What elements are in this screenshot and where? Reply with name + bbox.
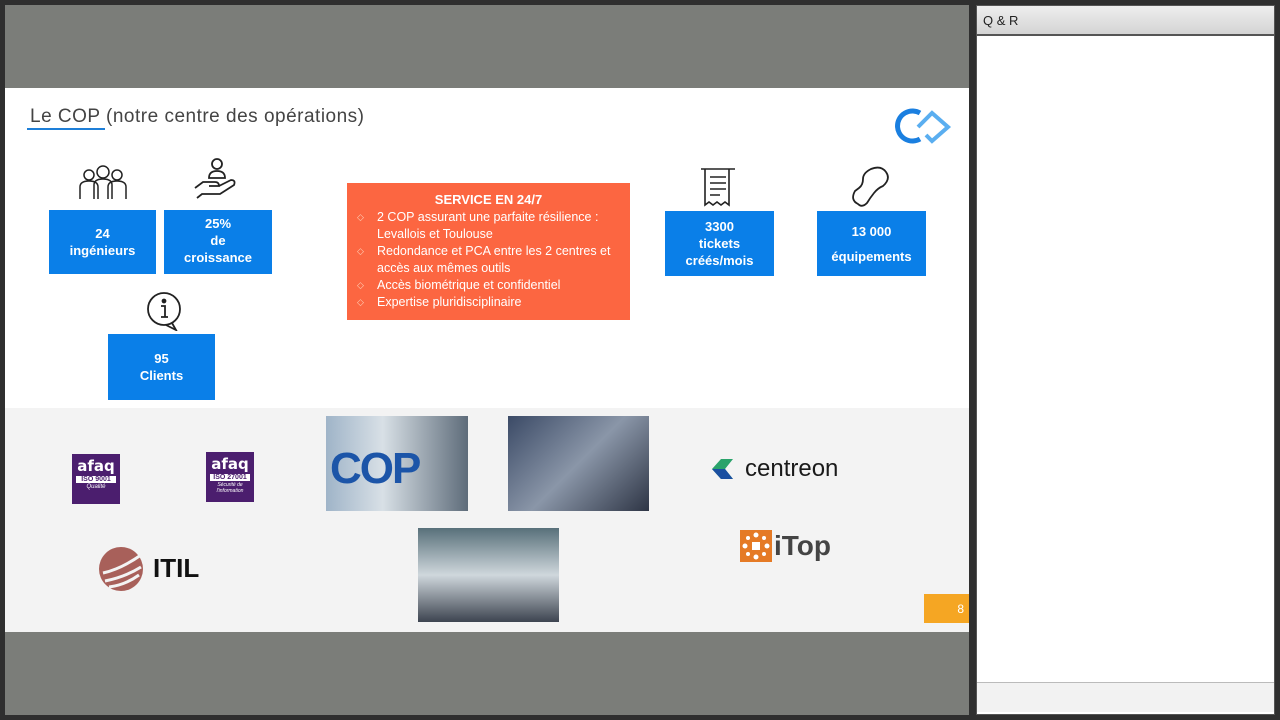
service-heading: SERVICE EN 24/7 bbox=[434, 192, 543, 207]
title-prefix: Le COP bbox=[30, 106, 101, 127]
cop-sign: COP bbox=[330, 444, 421, 493]
team-icon bbox=[79, 165, 127, 199]
title-rest: (notre centre des opérations) bbox=[100, 106, 365, 127]
stat-label: de bbox=[210, 233, 226, 248]
service-item: Redondance et PCA entre les 2 centres et… bbox=[357, 243, 620, 277]
stat-label-2: créés/mois bbox=[685, 253, 754, 268]
stat-engineers: 24 ingénieurs bbox=[49, 210, 156, 274]
itil-swirl-icon bbox=[99, 547, 143, 591]
stat-equipment: 13 000 équipements bbox=[817, 211, 926, 276]
itop-icon bbox=[740, 530, 772, 562]
service-item: Expertise pluridisciplinaire bbox=[357, 294, 620, 311]
service-item: Accès biométrique et confidentiel bbox=[357, 277, 620, 294]
centreon-text: centreon bbox=[745, 455, 839, 482]
presentation-area: Le COP (notre centre des opérations) 24 i… bbox=[5, 5, 969, 715]
itop-text: iTop bbox=[774, 530, 832, 561]
itop-logo: iTop bbox=[740, 530, 831, 562]
stat-growth: 25% de croissance bbox=[164, 210, 272, 274]
centreon-logo: centreon bbox=[709, 455, 838, 483]
stat-label: tickets bbox=[698, 236, 741, 251]
qa-input-bar[interactable] bbox=[977, 682, 1274, 712]
iso-text: ISO 9001 bbox=[76, 476, 116, 483]
centreon-c-icon bbox=[712, 459, 733, 479]
stat-tickets: 3300 tickets créés/mois bbox=[665, 211, 774, 276]
company-logo-icon bbox=[895, 108, 952, 144]
hand-person-icon bbox=[194, 158, 236, 199]
stat-value: 13 000 bbox=[851, 223, 892, 239]
stat-clients: 95 Clients bbox=[108, 334, 215, 400]
iso-sub: Qualité bbox=[86, 484, 106, 490]
itil-text: ITIL bbox=[153, 552, 200, 583]
afaq-iso27001-logo: afaq ISO 27001 Sécurité de l'information bbox=[206, 452, 254, 502]
receipt-icon bbox=[701, 168, 735, 207]
stat-value: 95 bbox=[154, 351, 169, 366]
slide: Le COP (notre centre des opérations) 24 i… bbox=[5, 88, 969, 632]
stat-label-2: croissance bbox=[184, 250, 252, 265]
qa-panel-header: Q & R bbox=[977, 6, 1274, 36]
iso-text: ISO 27001 bbox=[210, 474, 250, 481]
qa-panel: Q & R bbox=[976, 5, 1275, 715]
logos-area: afaq ISO 9001 Qualité afaq ISO 27001 Sécurit… bbox=[5, 408, 969, 632]
stat-label: équipements bbox=[831, 248, 912, 264]
itil-logo: ITIL bbox=[95, 543, 199, 593]
title-underline bbox=[27, 128, 105, 130]
stat-label: ingénieurs bbox=[69, 243, 136, 258]
operators-photo bbox=[508, 416, 649, 511]
info-bubble-icon bbox=[147, 292, 181, 331]
page-number: 8 bbox=[924, 594, 969, 623]
service-box: SERVICE EN 24/7 2 COP assurant une parfa… bbox=[347, 183, 630, 320]
cop-office-photo: COP bbox=[326, 416, 468, 511]
afaq-iso9001-logo: afaq ISO 9001 Qualité bbox=[72, 454, 120, 504]
afaq-text: afaq bbox=[211, 455, 249, 473]
stat-value: 24 bbox=[95, 226, 110, 241]
afaq-text: afaq bbox=[77, 457, 115, 475]
stat-value: 3300 bbox=[705, 219, 734, 234]
stat-value: 25% bbox=[204, 216, 232, 231]
service-item: 2 COP assurant une parfaite résilience :… bbox=[357, 209, 620, 243]
iso-sub: Sécurité de l'information bbox=[216, 482, 244, 494]
equipment-link-icon bbox=[852, 166, 889, 207]
slide-title: Le COP (notre centre des opérations) bbox=[30, 106, 365, 128]
stat-label: Clients bbox=[139, 368, 184, 383]
control-room-photo bbox=[418, 528, 559, 622]
